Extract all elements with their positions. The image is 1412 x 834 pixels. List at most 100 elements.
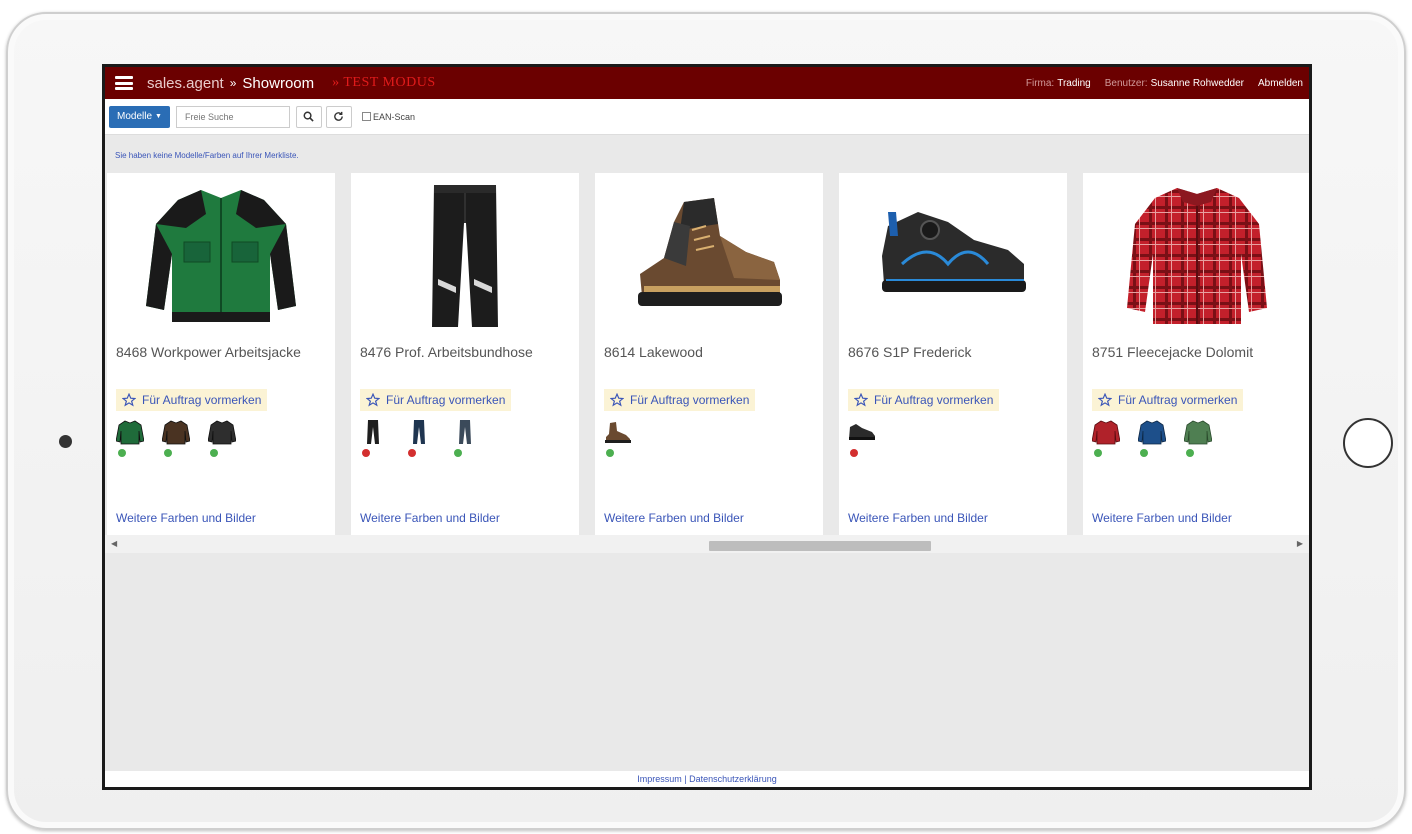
more-colors-link[interactable]: Weitere Farben und Bilder xyxy=(848,511,988,525)
search-input[interactable] xyxy=(175,105,290,128)
fav-button[interactable]: Für Auftrag vormerken xyxy=(848,389,1000,411)
fav-label: Für Auftrag vormerken xyxy=(874,393,994,407)
camera-icon xyxy=(59,435,72,448)
boot-thumb-icon xyxy=(605,422,631,443)
toolbar: Modelle ▼ EAN-Scan xyxy=(105,99,1309,135)
logout-link[interactable]: Abmelden xyxy=(1258,78,1303,89)
brand-link[interactable]: sales.agent xyxy=(147,75,224,92)
scrollbar-thumb[interactable] xyxy=(709,541,931,551)
fav-label: Für Auftrag vormerken xyxy=(630,393,750,407)
home-button[interactable] xyxy=(1343,418,1393,468)
breadcrumb-current: Showroom xyxy=(242,74,315,92)
brown-boot-icon xyxy=(638,198,782,306)
variant-swatch[interactable] xyxy=(1138,419,1166,457)
privacy-link[interactable]: Datenschutzerklärung xyxy=(689,774,777,784)
variant-swatch[interactable] xyxy=(360,419,388,457)
variant-swatch[interactable] xyxy=(452,419,480,457)
availability-dot xyxy=(850,449,858,457)
variant-swatch[interactable] xyxy=(1184,419,1212,457)
product-image[interactable] xyxy=(107,181,335,331)
product-image[interactable] xyxy=(839,181,1067,331)
star-icon xyxy=(610,393,624,407)
product-card[interactable]: 8676 S1P Frederick Für Auftrag vormerken… xyxy=(839,173,1067,535)
more-colors-link[interactable]: Weitere Farben und Bilder xyxy=(116,511,256,525)
variant-swatch[interactable] xyxy=(162,419,190,457)
product-image[interactable] xyxy=(1083,181,1309,331)
star-icon xyxy=(122,393,136,407)
jacket-thumb-icon xyxy=(116,420,144,445)
fav-button[interactable]: Für Auftrag vormerken xyxy=(604,389,756,411)
jacket-thumb-icon xyxy=(1184,420,1212,445)
color-variants xyxy=(604,419,632,457)
firm-info: Firma: Trading xyxy=(1026,78,1091,89)
product-card[interactable]: 8476 Prof. Arbeitsbundhose Für Auftrag v… xyxy=(351,173,579,535)
fav-button[interactable]: Für Auftrag vormerken xyxy=(1092,389,1244,411)
topbar-user-info: Firma: Trading Benutzer: Susanne Rohwedder… xyxy=(1026,78,1303,89)
product-title[interactable]: 8468 Workpower Arbeitsjacke xyxy=(116,344,301,360)
product-title[interactable]: 8614 Lakewood xyxy=(604,344,703,360)
jacket-thumb-icon xyxy=(1138,420,1166,445)
scroll-right-arrow-icon[interactable]: ▶ xyxy=(1297,539,1303,548)
availability-dot xyxy=(362,449,370,457)
ean-scan-option[interactable]: EAN-Scan xyxy=(361,112,415,122)
variant-swatch[interactable] xyxy=(604,419,632,457)
app-screen: sales.agent » Showroom » TEST MODUS Firm… xyxy=(102,64,1312,790)
availability-dot xyxy=(118,449,126,457)
more-colors-link[interactable]: Weitere Farben und Bilder xyxy=(604,511,744,525)
variant-swatch[interactable] xyxy=(848,419,876,457)
impressum-link[interactable]: Impressum xyxy=(637,774,682,784)
black-trousers-icon xyxy=(432,185,498,327)
availability-dot xyxy=(164,449,172,457)
horizontal-scrollbar[interactable]: ◀ ▶ xyxy=(105,535,1309,553)
star-icon xyxy=(366,393,380,407)
product-card[interactable]: 8751 Fleecejacke Dolomit Für Auftrag vor… xyxy=(1083,173,1309,535)
ean-scan-checkbox[interactable] xyxy=(361,112,371,121)
footer: Impressum | Datenschutzerklärung xyxy=(105,771,1309,787)
jacket-thumb-icon xyxy=(208,420,236,445)
trousers-thumb-icon xyxy=(459,420,471,444)
availability-dot xyxy=(454,449,462,457)
variant-swatch[interactable] xyxy=(406,419,434,457)
caret-down-icon: ▼ xyxy=(155,113,162,120)
variant-swatch[interactable] xyxy=(1092,419,1120,457)
availability-dot xyxy=(1140,449,1148,457)
product-card[interactable]: 8614 Lakewood Für Auftrag vormerken Weit… xyxy=(595,173,823,535)
availability-dot xyxy=(606,449,614,457)
modelle-label: Modelle xyxy=(117,111,153,122)
jacket-thumb-icon xyxy=(162,420,190,445)
search-icon xyxy=(304,111,315,122)
product-image[interactable] xyxy=(351,181,579,331)
fav-button[interactable]: Für Auftrag vormerken xyxy=(116,389,268,411)
product-title[interactable]: 8476 Prof. Arbeitsbundhose xyxy=(360,344,533,360)
refresh-icon xyxy=(334,111,344,121)
footer-separator: | xyxy=(684,774,687,784)
variant-swatch[interactable] xyxy=(208,419,236,457)
jacket-thumb-icon xyxy=(1092,420,1120,445)
refresh-button[interactable] xyxy=(325,105,352,128)
test-mode-label: » TEST MODUS xyxy=(332,75,436,90)
user-value: Susanne Rohwedder xyxy=(1150,77,1244,89)
modelle-dropdown-button[interactable]: Modelle ▼ xyxy=(109,105,170,128)
availability-dot xyxy=(210,449,218,457)
merkliste-notice: Sie haben keine Modelle/Farben auf Ihrer… xyxy=(115,151,299,160)
product-title[interactable]: 8676 S1P Frederick xyxy=(848,344,971,360)
product-image[interactable] xyxy=(595,181,823,331)
scroll-left-arrow-icon[interactable]: ◀ xyxy=(111,539,117,548)
trousers-thumb-icon xyxy=(413,420,425,444)
more-colors-link[interactable]: Weitere Farben und Bilder xyxy=(360,511,500,525)
variant-swatch[interactable] xyxy=(116,419,144,457)
fav-label: Für Auftrag vormerken xyxy=(1118,393,1238,407)
black-shoe-icon xyxy=(882,212,1026,292)
color-variants xyxy=(116,419,236,457)
color-variants xyxy=(848,419,876,457)
shoe-thumb-icon xyxy=(849,424,875,440)
product-title[interactable]: 8751 Fleecejacke Dolomit xyxy=(1092,344,1253,360)
fav-button[interactable]: Für Auftrag vormerken xyxy=(360,389,512,411)
star-icon xyxy=(1098,393,1112,407)
more-colors-link[interactable]: Weitere Farben und Bilder xyxy=(1092,511,1232,525)
hamburger-menu-icon[interactable] xyxy=(115,76,133,90)
search-button[interactable] xyxy=(295,105,322,128)
product-card[interactable]: 8468 Workpower Arbeitsjacke Für Auftrag … xyxy=(107,173,335,535)
green-jacket-icon xyxy=(146,190,296,322)
availability-dot xyxy=(1094,449,1102,457)
